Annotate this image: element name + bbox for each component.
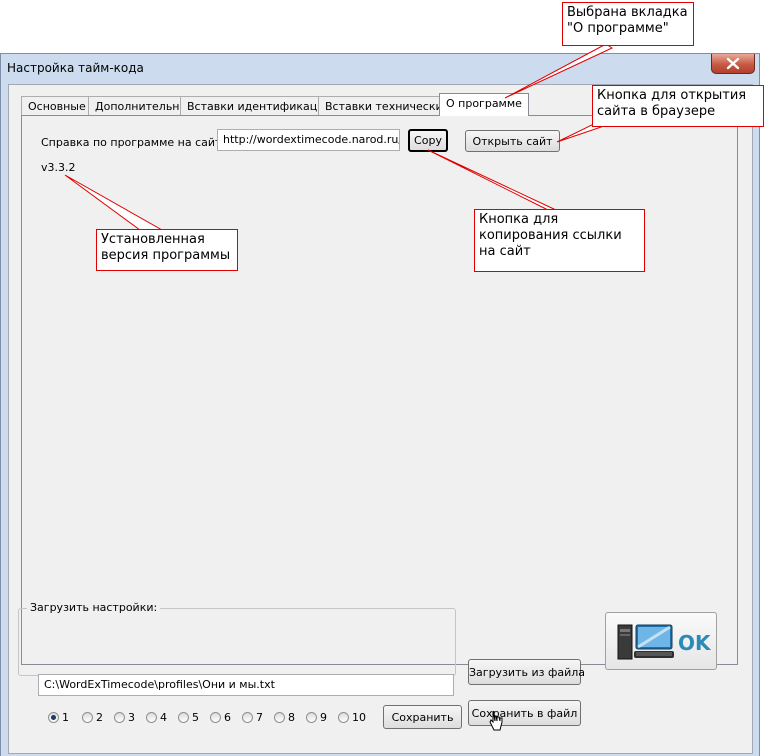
radio-indicator: [338, 711, 349, 723]
load-from-file-button[interactable]: Загрузить из файла: [468, 659, 585, 685]
radio-indicator: [82, 711, 93, 723]
slot-radio-4[interactable]: 4: [146, 710, 167, 724]
slot-label: 6: [224, 710, 231, 724]
site-url-field[interactable]: http://wordextimecode.narod.ru/: [217, 129, 400, 151]
slot-label: 5: [192, 710, 199, 724]
slot-radio-5[interactable]: 5: [178, 710, 199, 724]
slot-label: 2: [96, 710, 103, 724]
slot-label: 3: [128, 710, 135, 724]
hand-cursor-icon: [489, 710, 503, 731]
slot-label: 9: [320, 710, 327, 724]
callout-open-site: Кнопка для открытия сайта в браузере: [592, 85, 764, 127]
slot-label: 7: [256, 710, 263, 724]
callout-copy-link: Кнопка для копирования ссылки на сайт: [474, 209, 645, 272]
save-to-file-button[interactable]: Сохранить в файл: [468, 700, 581, 726]
copy-button[interactable]: Copy: [408, 129, 448, 152]
tab-main[interactable]: Основные: [21, 96, 93, 115]
load-settings-group: Загрузить настройки:: [18, 601, 456, 676]
tab-tech-inserts[interactable]: Вставки технические: [318, 96, 457, 115]
slot-radio-8[interactable]: 8: [274, 710, 295, 724]
open-site-button[interactable]: Открыть сайт: [465, 130, 560, 152]
radio-indicator: [306, 711, 317, 723]
tab-about[interactable]: О программе: [439, 93, 529, 116]
window-title: Настройка тайм-кода: [7, 61, 144, 75]
version-text: v3.3.2: [41, 161, 76, 174]
slot-radio-2[interactable]: 2: [82, 710, 103, 724]
close-button[interactable]: [711, 54, 755, 74]
slot-radio-10[interactable]: 10: [338, 710, 366, 724]
radio-indicator: [210, 711, 221, 723]
save-slot-button[interactable]: Сохранить: [383, 705, 462, 729]
slot-radio-9[interactable]: 9: [306, 710, 327, 724]
title-bar[interactable]: Настройка тайм-кода: [1, 54, 759, 82]
slot-label: 10: [352, 710, 366, 724]
about-panel: Справка по программе на сайте: http://wo…: [21, 115, 738, 665]
help-label: Справка по программе на сайте:: [41, 136, 232, 149]
tab-id-inserts[interactable]: Вставки идентификации: [180, 96, 339, 115]
profile-path-field[interactable]: C:\WordExTimecode\profiles\Они и мы.txt: [38, 674, 454, 696]
slot-radio-6[interactable]: 6: [210, 710, 231, 724]
tab-advanced[interactable]: Дополнительно: [88, 96, 194, 115]
ok-label: OK: [678, 631, 711, 655]
close-icon: [726, 57, 740, 70]
radio-indicator: [146, 711, 157, 723]
computer-network-icon: [617, 624, 674, 660]
slot-radio-3[interactable]: 3: [114, 710, 135, 724]
radio-indicator: [242, 711, 253, 723]
radio-indicator: [178, 711, 189, 723]
ok-button[interactable]: OK: [605, 612, 717, 670]
slot-radio-1[interactable]: 1: [48, 710, 69, 724]
slot-label: 4: [160, 710, 167, 724]
slot-label: 1: [62, 710, 69, 724]
radio-indicator: [274, 711, 285, 723]
callout-tab-selected: Выбрана вкладка "О программе": [562, 2, 694, 46]
slot-radio-7[interactable]: 7: [242, 710, 263, 724]
load-settings-label: Загрузить настройки:: [27, 601, 161, 614]
slot-label: 8: [288, 710, 295, 724]
radio-indicator: [114, 711, 125, 723]
callout-version: Установленная версия программы: [96, 229, 238, 271]
radio-indicator: [48, 711, 59, 723]
